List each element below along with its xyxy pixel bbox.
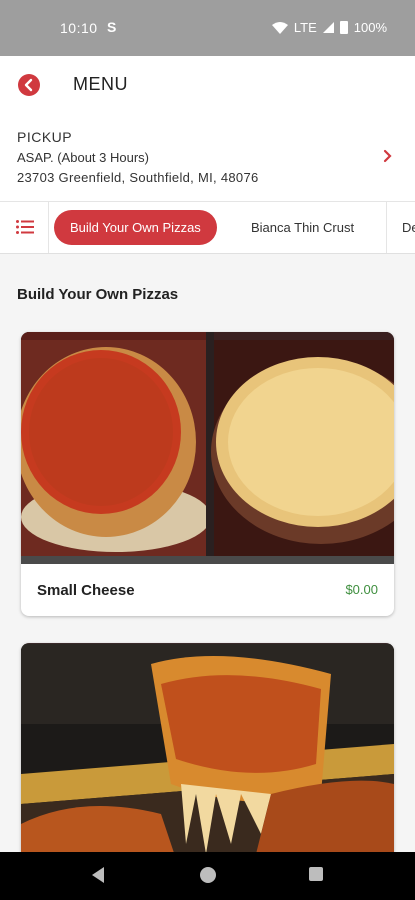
status-time: 10:10 xyxy=(60,20,98,36)
tab-divider xyxy=(386,202,387,253)
app-notification-icon: S xyxy=(107,19,117,35)
status-bar: 10:10 S LTE 100% xyxy=(0,0,415,56)
tab-bianca-thin-crust[interactable]: Bianca Thin Crust xyxy=(251,210,354,245)
network-label: LTE xyxy=(293,20,317,35)
pickup-label: PICKUP xyxy=(17,129,73,145)
system-navigation-bar xyxy=(0,852,415,900)
chevron-right-icon xyxy=(383,149,392,163)
pickup-info[interactable]: PICKUP ASAP. (About 3 Hours) 23703 Green… xyxy=(0,113,415,201)
wifi-icon xyxy=(271,21,288,34)
pizza-image xyxy=(21,643,394,873)
home-nav-icon[interactable] xyxy=(199,866,217,884)
recents-nav-icon[interactable] xyxy=(308,866,324,882)
category-tabs: Build Your Own Pizzas Bianca Thin Crust … xyxy=(0,201,415,254)
tab-build-your-own-pizzas[interactable]: Build Your Own Pizzas xyxy=(54,210,217,245)
page-title: MENU xyxy=(73,74,128,94)
pickup-time: ASAP. (About 3 Hours) xyxy=(17,150,149,165)
item-name: Small Cheese xyxy=(37,582,135,599)
battery-level: 100% xyxy=(353,20,387,35)
list-icon xyxy=(16,220,34,234)
pickup-address: 23703 Greenfield, Southfield, MI, 48076 xyxy=(17,170,259,185)
back-button[interactable] xyxy=(18,74,40,96)
signal-icon xyxy=(322,22,334,33)
item-price: $0.00 xyxy=(345,582,378,597)
category-list-button[interactable] xyxy=(0,202,49,253)
menu-item-card[interactable] xyxy=(21,643,394,873)
chevron-left-icon xyxy=(24,78,33,92)
pizza-image xyxy=(21,332,394,564)
tab-next-category[interactable]: De xyxy=(402,210,415,245)
back-nav-icon[interactable] xyxy=(90,866,106,884)
section-title: Build Your Own Pizzas xyxy=(17,286,179,303)
menu-item-card[interactable]: Small Cheese $0.00 xyxy=(21,332,394,616)
battery-icon xyxy=(339,21,348,34)
app-header: MENU xyxy=(0,56,415,113)
